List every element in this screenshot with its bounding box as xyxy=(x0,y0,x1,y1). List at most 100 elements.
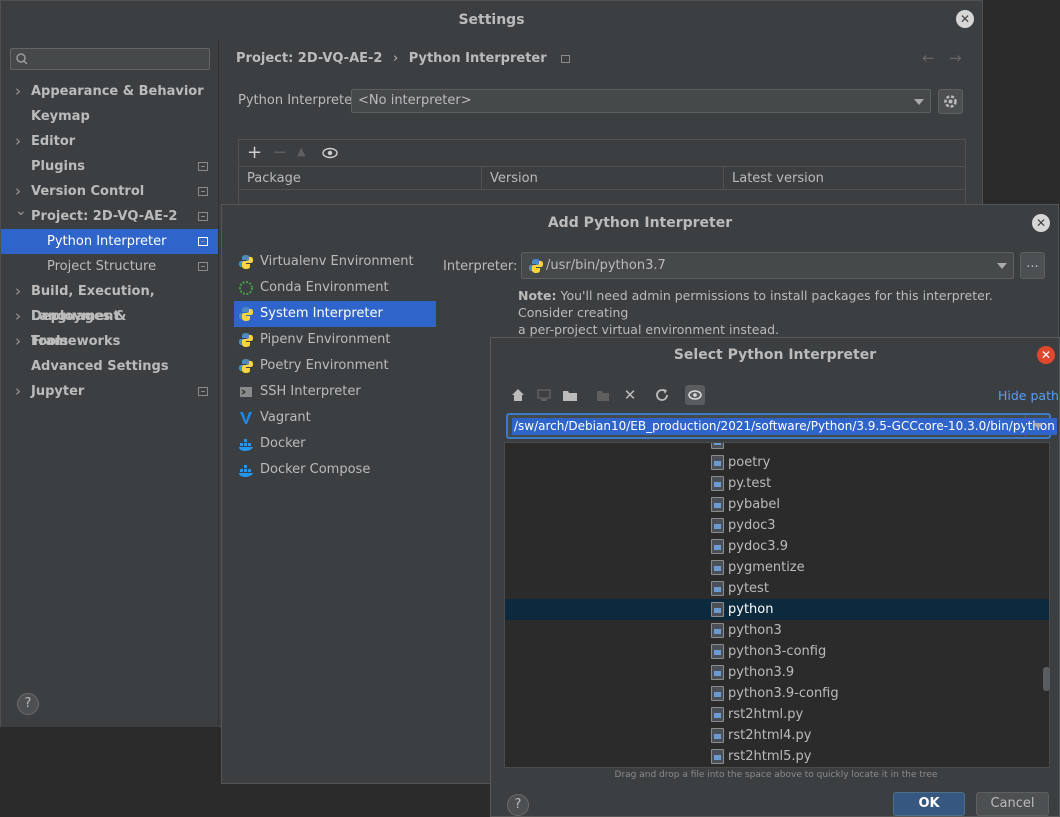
tree-row-file[interactable]: py.test xyxy=(505,473,1049,494)
env-item-docker-compose[interactable]: Docker Compose xyxy=(234,457,436,483)
delete-icon[interactable]: ✕ xyxy=(621,386,639,404)
sidebar-item-version-control[interactable]: › Version Control xyxy=(1,179,218,204)
env-item-conda-environment[interactable]: Conda Environment xyxy=(234,275,436,301)
sidebar-item-project-2d-vq-ae-2[interactable]: ⌄ Project: 2D-VQ-AE-2 xyxy=(1,203,218,229)
sidebar-item-tools[interactable]: › Tools xyxy=(1,329,218,354)
settings-help-button[interactable]: ? xyxy=(17,693,39,715)
tree-row-file[interactable]: python3.9-config xyxy=(505,683,1049,704)
breadcrumb-page: Python Interpreter xyxy=(408,51,547,66)
back-arrow-icon[interactable]: ← xyxy=(922,49,935,67)
sidebar-item-project-structure[interactable]: Project Structure xyxy=(1,254,218,279)
sidebar-item-label: Advanced Settings xyxy=(31,359,169,374)
chevron-down-icon xyxy=(997,263,1007,269)
add-package-icon[interactable]: + xyxy=(247,142,262,163)
interpreter-value: /usr/bin/python3.7 xyxy=(546,258,666,273)
docker-compose-icon xyxy=(238,462,254,478)
new-folder-icon[interactable] xyxy=(595,386,613,404)
interpreter-combo[interactable]: /usr/bin/python3.7 xyxy=(521,252,1014,279)
chevron-right-icon[interactable]: › xyxy=(15,129,21,154)
project-scope-icon xyxy=(198,187,208,196)
tree-row-file[interactable]: python3-config xyxy=(505,641,1049,662)
chevron-down-icon[interactable]: ⌄ xyxy=(15,199,27,224)
refresh-icon[interactable] xyxy=(653,386,671,404)
tree-row-file[interactable]: rst2html.py xyxy=(505,704,1049,725)
forward-arrow-icon[interactable]: → xyxy=(949,49,962,67)
tree-scrollbar[interactable] xyxy=(1043,667,1050,691)
breadcrumb-project[interactable]: Project: 2D-VQ-AE-2 xyxy=(236,51,382,66)
env-item-ssh-interpreter[interactable]: SSH Interpreter xyxy=(234,379,436,405)
interpreter-settings-button[interactable] xyxy=(938,89,963,114)
python-icon xyxy=(529,259,543,273)
chevron-right-icon[interactable]: › xyxy=(15,329,21,354)
chevron-right-icon[interactable]: › xyxy=(15,304,21,329)
tree-row-file[interactable]: poetry xyxy=(505,452,1049,473)
hide-path-link[interactable]: Hide path xyxy=(998,388,1059,403)
env-item-virtualenv-environment[interactable]: Virtualenv Environment xyxy=(234,249,436,275)
tree-row-file[interactable]: pybabel xyxy=(505,494,1049,515)
browse-interpreter-button[interactable]: ... xyxy=(1020,252,1045,279)
tree-row-file[interactable]: pygmentize xyxy=(505,557,1049,578)
file-tree[interactable]: poetry py.test pybabel pydoc3 pydoc3.9 pygmen… xyxy=(504,442,1050,768)
env-item-vagrant[interactable]: Vagrant xyxy=(234,405,436,431)
chevron-right-icon[interactable]: › xyxy=(15,279,21,304)
tree-row-name: python xyxy=(728,602,774,617)
env-item-system-interpreter[interactable]: System Interpreter xyxy=(234,301,436,327)
column-header-version[interactable]: Version xyxy=(482,167,724,190)
tree-row-file[interactable]: rst2html4.py xyxy=(505,725,1049,746)
cancel-button[interactable]: Cancel xyxy=(976,792,1049,816)
add-dialog-close-icon[interactable]: ✕ xyxy=(1032,214,1050,232)
tree-row-file[interactable]: python3.9 xyxy=(505,662,1049,683)
remove-package-icon[interactable]: − xyxy=(272,142,287,163)
select-help-button[interactable]: ? xyxy=(507,794,529,816)
python-interpreter-combo[interactable]: <No interpreter> xyxy=(351,89,931,113)
project-scope-icon xyxy=(198,387,208,396)
env-item-docker[interactable]: Docker xyxy=(234,431,436,457)
settings-search-input[interactable] xyxy=(10,48,210,70)
sidebar-item-languages-frameworks[interactable]: › Languages & Frameworks xyxy=(1,304,218,349)
env-item-pipenv-environment[interactable]: Pipenv Environment xyxy=(234,327,436,353)
sidebar-item-build-execution-deployment[interactable]: › Build, Execution, Deployment xyxy=(1,279,218,324)
sidebar-item-python-interpreter[interactable]: Python Interpreter xyxy=(1,229,218,254)
tree-row-file[interactable]: rst2html5.py xyxy=(505,746,1049,767)
python-icon xyxy=(238,306,254,322)
upgrade-package-icon[interactable]: ▲ xyxy=(297,145,305,158)
sidebar-item-appearance-behavior[interactable]: › Appearance & Behavior xyxy=(1,79,218,104)
show-hidden-files-icon[interactable] xyxy=(685,385,705,405)
sidebar-item-keymap[interactable]: Keymap xyxy=(1,104,218,129)
tree-row-file[interactable]: python xyxy=(505,599,1049,620)
tree-row-file[interactable]: pydoc3.9 xyxy=(505,536,1049,557)
column-header-latest-version[interactable]: Latest version xyxy=(724,167,965,190)
sidebar-item-advanced-settings[interactable]: Advanced Settings xyxy=(1,354,218,379)
tree-row-name: poetry xyxy=(728,455,771,470)
project-folder-icon[interactable] xyxy=(561,386,579,404)
home-icon[interactable] xyxy=(509,386,527,404)
settings-close-icon[interactable]: ✕ xyxy=(956,10,974,28)
sidebar-item-label: Tools xyxy=(31,334,69,349)
sidebar-item-editor[interactable]: › Editor xyxy=(1,129,218,154)
executable-file-icon xyxy=(711,602,724,617)
sidebar-item-jupyter[interactable]: › Jupyter xyxy=(1,379,218,404)
chevron-right-icon[interactable]: › xyxy=(15,79,21,104)
chevron-right-icon[interactable]: › xyxy=(15,379,21,404)
eye-icon[interactable] xyxy=(322,147,338,159)
desktop-icon[interactable] xyxy=(535,386,553,404)
executable-file-icon xyxy=(711,476,724,491)
chevron-down-icon xyxy=(1033,423,1043,429)
tree-row-name: pydoc3.9 xyxy=(728,539,788,554)
project-scope-icon xyxy=(198,212,208,221)
admin-note: Note: You'll need admin permissions to i… xyxy=(518,287,1048,338)
sidebar-item-plugins[interactable]: Plugins xyxy=(1,154,218,179)
tree-row-file[interactable]: pydoc3 xyxy=(505,515,1049,536)
tree-row-partial xyxy=(505,443,1049,452)
path-input[interactable]: /sw/arch/Debian10/EB_production/2021/sof… xyxy=(506,413,1057,439)
interpreter-label: Interpreter: xyxy=(443,259,518,274)
ok-button[interactable]: OK xyxy=(893,792,965,816)
tree-row-file[interactable]: pytest xyxy=(505,578,1049,599)
env-item-poetry-environment[interactable]: Poetry Environment xyxy=(234,353,436,379)
sidebar-item-label: Project: 2D-VQ-AE-2 xyxy=(31,209,178,224)
tree-row-file[interactable]: python3 xyxy=(505,620,1049,641)
path-history-button[interactable] xyxy=(1025,415,1049,437)
select-dialog-close-icon[interactable]: ✕ xyxy=(1037,346,1055,364)
column-header-package[interactable]: Package xyxy=(239,167,482,190)
path-input-value: /sw/arch/Debian10/EB_production/2021/sof… xyxy=(512,418,1057,435)
